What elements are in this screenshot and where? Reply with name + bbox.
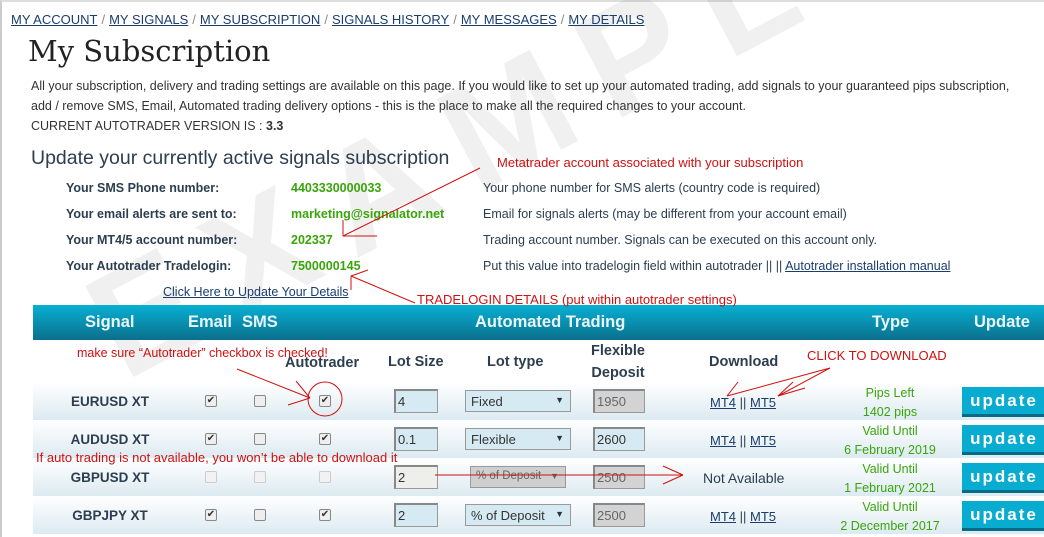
breadcrumb-my-account[interactable]: MY ACCOUNT bbox=[11, 12, 97, 27]
signal-name: GBPJPY XT bbox=[72, 508, 148, 523]
chevron-down-icon: ▼ bbox=[555, 433, 564, 443]
email-checkbox[interactable]: ✔ bbox=[205, 395, 217, 407]
signal-name: EURUSD XT bbox=[70, 394, 149, 409]
subcol-lot-type: Lot type bbox=[487, 354, 544, 370]
lot-size-input[interactable]: 2 bbox=[394, 465, 438, 489]
download-not-available: Not Available bbox=[703, 470, 785, 486]
subscription-type: Valid Until 1 February 2021 bbox=[844, 462, 936, 495]
email-label: Your email alerts are sent to: bbox=[66, 207, 237, 221]
col-sms: SMS bbox=[242, 313, 278, 331]
annotation-click-download: CLICK TO DOWNLOAD bbox=[807, 348, 947, 363]
mt5-download-link[interactable]: MT5 bbox=[750, 509, 776, 524]
col-signal: Signal bbox=[85, 313, 135, 331]
subscription-type: Pips Left 1402 pips bbox=[862, 386, 918, 419]
update-button[interactable]: update bbox=[962, 501, 1044, 531]
tradelogin-desc: Put this value into tradelogin field wit… bbox=[483, 259, 951, 273]
sms-checkbox[interactable] bbox=[254, 509, 266, 521]
mt4-download-link[interactable]: MT4 bbox=[710, 433, 736, 448]
col-type: Type bbox=[872, 313, 910, 331]
autotrader-checkbox[interactable]: ✔ bbox=[319, 395, 331, 407]
sms-phone-desc: Your phone number for SMS alerts (countr… bbox=[483, 181, 821, 195]
email-desc: Email for signals alerts (may be differe… bbox=[483, 207, 847, 221]
sms-checkbox[interactable] bbox=[254, 433, 266, 445]
update-button[interactable]: update bbox=[962, 425, 1044, 455]
autotrader-checkbox[interactable]: ✔ bbox=[319, 433, 331, 445]
flexible-deposit-input[interactable]: 1950 bbox=[593, 389, 645, 413]
email-checkbox[interactable] bbox=[205, 471, 217, 483]
subscription-type: Valid Until 6 February 2019 bbox=[844, 424, 936, 457]
subcol-flexible-deposit: Flexible Deposit bbox=[591, 343, 645, 381]
chevron-down-icon: ▼ bbox=[550, 471, 559, 481]
signal-name: GBPUSD XT bbox=[70, 470, 150, 485]
breadcrumb-my-details[interactable]: MY DETAILS bbox=[568, 12, 644, 27]
mt5-download-link[interactable]: MT5 bbox=[750, 395, 776, 410]
section-title: Update your currently active signals sub… bbox=[31, 147, 450, 169]
lot-type-select[interactable]: Fixed ▼ bbox=[465, 390, 571, 412]
account-number-value: 202337 bbox=[291, 233, 333, 247]
update-button[interactable]: update bbox=[962, 463, 1044, 493]
tradelogin-value: 7500000145 bbox=[291, 259, 361, 273]
sms-phone-label: Your SMS Phone number: bbox=[66, 181, 220, 195]
lot-type-select[interactable]: % of Deposit ▼ bbox=[465, 504, 571, 526]
breadcrumb-my-signals[interactable]: MY SIGNALS bbox=[109, 12, 188, 27]
subcol-lot-size: Lot Size bbox=[388, 354, 444, 370]
email-value: marketing@signalator.net bbox=[291, 207, 445, 221]
table-header: Signal Email SMS Automated Trading Type … bbox=[33, 305, 1044, 340]
autotrader-checkbox[interactable]: ✔ bbox=[319, 509, 331, 521]
breadcrumb-my-subscription[interactable]: MY SUBSCRIPTION bbox=[200, 12, 320, 27]
chevron-down-icon: ▼ bbox=[555, 395, 564, 405]
chevron-down-icon: ▼ bbox=[555, 509, 564, 519]
mt4-download-link[interactable]: MT4 bbox=[710, 395, 736, 410]
autotrader-version: 3.3 bbox=[266, 119, 284, 133]
download-links: MT4 || MT5 bbox=[710, 509, 777, 524]
col-email: Email bbox=[188, 313, 233, 331]
update-details-link[interactable]: Click Here to Update Your Details bbox=[163, 285, 349, 299]
breadcrumb-signals-history[interactable]: SIGNALS HISTORY bbox=[332, 12, 449, 27]
breadcrumb-my-messages[interactable]: MY MESSAGES bbox=[461, 12, 557, 27]
lot-size-input[interactable]: 2 bbox=[394, 503, 438, 527]
lot-type-select[interactable]: Flexible ▼ bbox=[465, 428, 571, 450]
subcol-download: Download bbox=[709, 354, 779, 370]
email-checkbox[interactable]: ✔ bbox=[205, 433, 217, 445]
sms-checkbox[interactable] bbox=[254, 395, 266, 407]
subscription-type: Valid Until 2 December 2017 bbox=[840, 500, 940, 533]
col-automated-trading: Automated Trading bbox=[475, 313, 626, 331]
annotation-tradelogin: TRADELOGIN DETAILS (put within autotrade… bbox=[417, 292, 737, 307]
flexible-deposit-input[interactable]: 2500 bbox=[593, 465, 645, 489]
annotation-autotrader-check: make sure “Autotrader” checkbox is check… bbox=[77, 346, 328, 360]
download-links: MT4 || MT5 bbox=[710, 395, 777, 410]
mt5-download-link[interactable]: MT5 bbox=[750, 433, 776, 448]
update-button[interactable]: update bbox=[962, 387, 1044, 417]
email-checkbox[interactable]: ✔ bbox=[205, 509, 217, 521]
annotation-not-available: If auto trading is not available, you wo… bbox=[36, 450, 398, 465]
tradelogin-label: Your Autotrader Tradelogin: bbox=[66, 259, 232, 273]
col-update: Update bbox=[974, 313, 1030, 331]
lot-size-input[interactable]: 4 bbox=[394, 389, 438, 413]
breadcrumb: MY ACCOUNT / MY SIGNALS / MY SUBSCRIPTION / SI… bbox=[11, 12, 645, 27]
lot-size-input[interactable]: 0.1 bbox=[394, 427, 438, 451]
page-title: My Subscription bbox=[28, 34, 271, 68]
autotrader-manual-link[interactable]: Autotrader installation manual bbox=[785, 259, 950, 273]
download-links: MT4 || MT5 bbox=[710, 433, 777, 448]
lot-type-select[interactable]: % of Deposit ▼ bbox=[470, 466, 566, 488]
intro-text: All your subscription, delivery and trad… bbox=[31, 79, 1010, 133]
autotrader-checkbox[interactable] bbox=[319, 471, 331, 483]
sms-phone-value: 4403330000033 bbox=[291, 181, 382, 195]
account-number-label: Your MT4/5 account number: bbox=[66, 233, 238, 247]
flexible-deposit-input[interactable]: 2600 bbox=[593, 427, 645, 451]
annotation-metatrader: Metatrader account associated with your … bbox=[497, 155, 804, 170]
flexible-deposit-input[interactable]: 2500 bbox=[593, 503, 645, 527]
mt4-download-link[interactable]: MT4 bbox=[710, 509, 736, 524]
sms-checkbox[interactable] bbox=[254, 471, 266, 483]
account-number-desc: Trading account number. Signals can be e… bbox=[483, 233, 877, 247]
signal-name: AUDUSD XT bbox=[70, 432, 150, 447]
